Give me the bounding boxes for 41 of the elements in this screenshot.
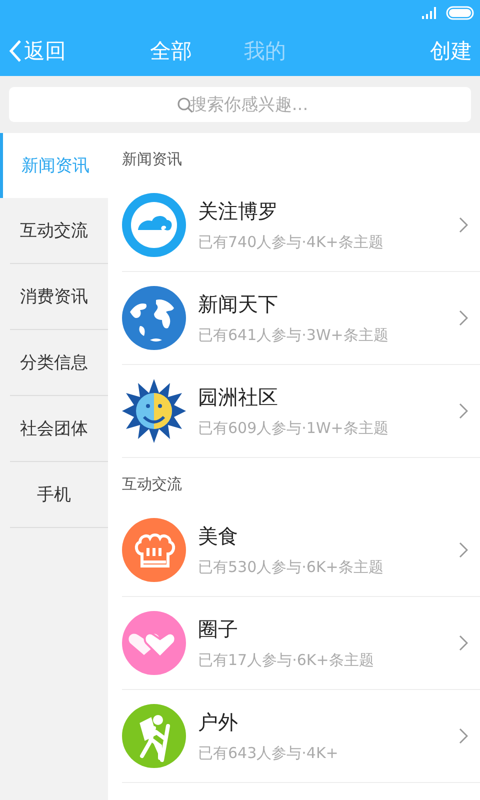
chevron-icon [458, 310, 468, 326]
hearts-icon [122, 611, 186, 675]
category-item[interactable]: 社会团体 [10, 396, 108, 462]
search-field[interactable]: 搜索你感兴趣... [9, 87, 471, 122]
cloud-logo-icon [122, 193, 186, 257]
forum-row[interactable]: 新闻天下 已有641人参与·3W+条主题 [122, 272, 480, 365]
forum-stats: 已有609人参与·1W+条主题 [198, 419, 390, 438]
chevron-icon [458, 217, 468, 233]
forum-stats: 已有641人参与·3W+条主题 [198, 326, 390, 345]
chevron-icon [458, 728, 468, 744]
category-item[interactable]: 消费资讯 [10, 264, 108, 330]
signal-icon [422, 7, 438, 19]
forum-stats: 已有643人参与·4K+ [198, 744, 340, 763]
chevron-icon [458, 635, 468, 651]
forum-row[interactable]: 关注博罗 已有740人参与·4K+条主题 [122, 179, 480, 272]
category-item[interactable]: 分类信息 [10, 330, 108, 396]
forum-name: 园洲社区 [198, 384, 279, 411]
category-item[interactable]: 手机 [10, 462, 108, 528]
forum-name: 圈子 [198, 616, 239, 643]
globe-icon [122, 286, 186, 350]
section-title: 互动交流 [121, 474, 183, 495]
chevron-icon [458, 542, 468, 558]
hiker-icon [122, 704, 186, 768]
forum-row[interactable]: 园洲社区 已有609人参与·1W+条主题 [122, 365, 480, 458]
forum-row[interactable]: 美食 已有530人参与·6K+条主题 [122, 504, 480, 597]
forum-row[interactable]: 户外 已有643人参与·4K+ [122, 690, 480, 783]
chef-hat-icon [122, 518, 186, 582]
forum-name: 关注博罗 [198, 198, 279, 225]
forum-name: 美食 [198, 523, 239, 550]
forum-name: 户外 [198, 709, 239, 736]
battery-icon [446, 6, 474, 20]
forum-stats: 已有530人参与·6K+条主题 [198, 558, 384, 577]
back-chevron-icon [8, 39, 22, 63]
category-item[interactable]: 互动交流 [10, 198, 108, 264]
forum-name: 新闻天下 [198, 291, 279, 318]
sun-face-icon [122, 379, 186, 443]
section-title: 新闻资讯 [121, 149, 183, 170]
forum-stats: 已有740人参与·4K+条主题 [198, 233, 384, 252]
forum-stats: 已有17人参与·6K+条主题 [198, 651, 375, 670]
chevron-icon [458, 403, 468, 419]
forum-row[interactable]: 圈子 已有17人参与·6K+条主题 [122, 597, 480, 690]
